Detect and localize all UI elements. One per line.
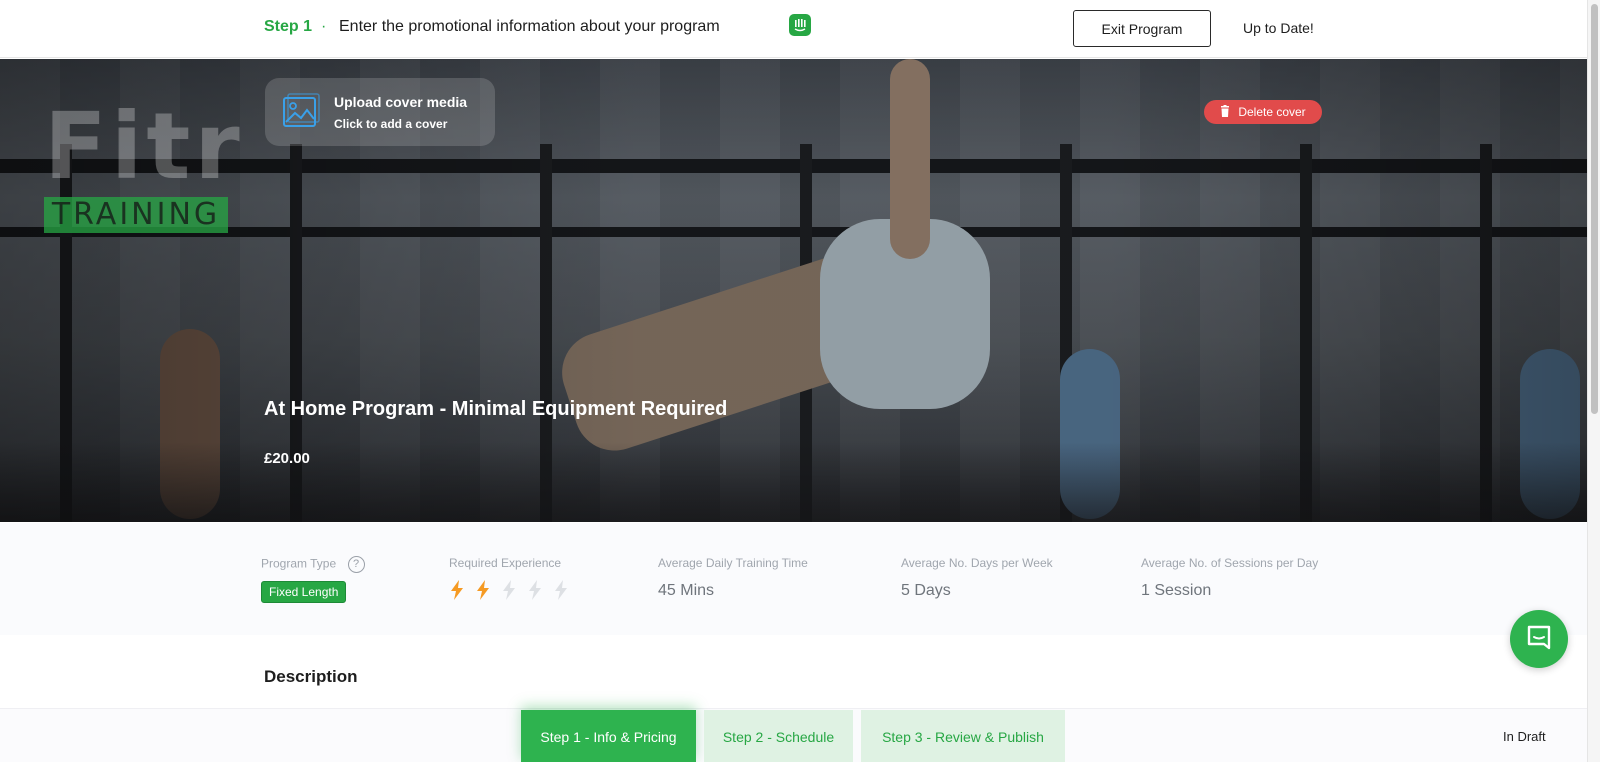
logo-subtitle: TRAINING	[44, 197, 228, 233]
step-label: Step 1	[264, 18, 313, 35]
program-type-label: Program Type	[261, 556, 337, 571]
draft-status: In Draft	[1503, 729, 1546, 744]
logo-word: Fitr	[44, 93, 244, 200]
delete-cover-label: Delete cover	[1238, 105, 1306, 119]
sessions-value: 1 Session	[1141, 582, 1212, 599]
program-price: £20.00	[264, 450, 310, 467]
cover-image: Fitr TRAINING Upload cover media Click t…	[0, 59, 1587, 522]
lightning-bolt-icon	[555, 580, 567, 600]
program-stats: Program Type ? Fixed Length Required Exp…	[0, 523, 1587, 635]
help-circle-icon[interactable]: ?	[347, 556, 365, 573]
program-type-badge: Fixed Length	[261, 581, 347, 603]
lightning-bolt-icon	[529, 580, 541, 600]
step-separator: ·	[321, 18, 327, 35]
upload-cover-subtitle: Click to add a cover	[334, 117, 448, 131]
description-heading: Description	[264, 667, 358, 686]
intercom-icon[interactable]	[789, 14, 811, 36]
days-per-week-value: 5 Days	[901, 582, 951, 599]
chat-button[interactable]	[1510, 610, 1568, 668]
upload-cover-title: Upload cover media	[334, 94, 468, 110]
scrollbar-thumb[interactable]	[1591, 4, 1598, 414]
tab-step-3[interactable]: Step 3 - Review & Publish	[861, 710, 1065, 762]
lightning-bolt-icon	[451, 580, 463, 600]
stat-days-per-week: Average No. Days per Week 5 Days	[901, 556, 1053, 600]
upload-cover-button[interactable]: Upload cover media Click to add a cover	[265, 78, 495, 146]
experience-rating	[449, 580, 569, 600]
scrollbar[interactable]	[1587, 0, 1600, 762]
days-per-week-label: Average No. Days per Week	[901, 556, 1053, 570]
tab-step-1[interactable]: Step 1 - Info & Pricing	[521, 710, 696, 762]
step-navigation: Step 1 - Info & Pricing Step 2 - Schedul…	[0, 708, 1587, 762]
stat-sessions-per-day: Average No. of Sessions per Day 1 Sessio…	[1141, 556, 1318, 600]
stat-program-type: Program Type ? Fixed Length	[261, 556, 365, 603]
step-description: Enter the promotional information about …	[339, 18, 720, 35]
tab-step-2[interactable]: Step 2 - Schedule	[704, 710, 853, 762]
experience-label: Required Experience	[449, 556, 562, 570]
description-section: Description	[0, 635, 1587, 708]
save-status: Up to Date!	[1243, 20, 1314, 36]
chat-icon	[1525, 623, 1553, 656]
daily-time-label: Average Daily Training Time	[658, 556, 808, 570]
trash-icon	[1220, 104, 1230, 120]
daily-time-value: 45 Mins	[658, 582, 715, 599]
top-bar: Step 1 · Enter the promotional informati…	[0, 0, 1587, 58]
lightning-bolt-icon	[503, 580, 515, 600]
stat-required-experience: Required Experience	[449, 556, 569, 600]
stat-daily-time: Average Daily Training Time 45 Mins	[658, 556, 808, 600]
exit-program-button[interactable]: Exit Program	[1073, 10, 1211, 47]
delete-cover-button[interactable]: Delete cover	[1204, 100, 1322, 124]
fitr-training-logo: Fitr TRAINING	[44, 101, 244, 233]
image-upload-icon	[282, 93, 320, 131]
sessions-label: Average No. of Sessions per Day	[1141, 556, 1319, 570]
program-title: At Home Program - Minimal Equipment Requ…	[264, 398, 728, 420]
lightning-bolt-icon	[477, 580, 489, 600]
